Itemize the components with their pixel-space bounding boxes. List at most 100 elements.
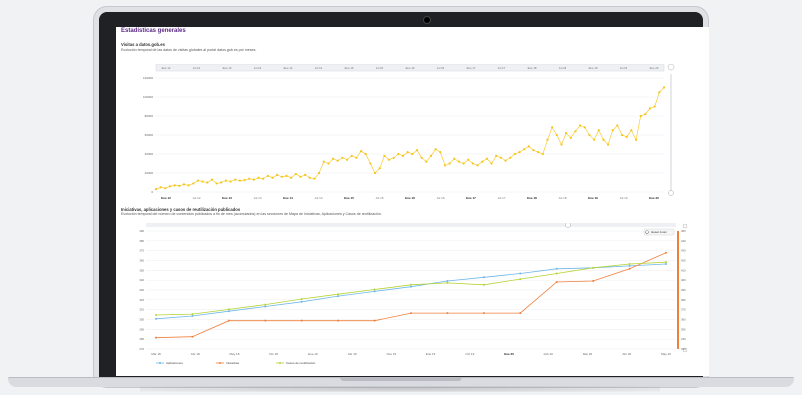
- data-point-visitas: [485, 157, 488, 160]
- data-point-visitas: [509, 156, 512, 159]
- data-point-casos: [337, 293, 340, 296]
- x-tick-label: Ene 17: [466, 196, 476, 200]
- data-point-visitas: [611, 129, 614, 132]
- data-point-visitas: [383, 154, 386, 157]
- page-title: Estadísticas generales: [121, 28, 186, 34]
- series-line-visitas: [155, 87, 665, 190]
- navigator-tick-label: Jul 16: [437, 66, 445, 70]
- y-tick-label: 390: [139, 229, 144, 233]
- legend-marker: [219, 362, 221, 364]
- data-point-visitas: [560, 143, 563, 146]
- y-tick-label: 300: [139, 318, 144, 322]
- x-tick-label: Oct 19: [465, 352, 474, 356]
- data-point-casos: [519, 278, 522, 281]
- navigator-tick-label: Jul 17: [498, 66, 506, 70]
- data-point-visitas: [527, 145, 530, 148]
- data-point-casos: [373, 288, 376, 291]
- x-tick-label: Feb 20: [544, 352, 554, 356]
- legend-item-casos[interactable]: Casos de reutilización: [276, 361, 316, 365]
- data-point-visitas: [164, 187, 167, 190]
- data-point-visitas: [443, 164, 447, 167]
- y2-tick-label: 380: [681, 298, 686, 302]
- data-point-visitas: [476, 164, 479, 167]
- data-point-visitas: [392, 156, 395, 159]
- data-point-visitas: [364, 152, 367, 156]
- data-point-visitas: [625, 135, 628, 138]
- data-point-visitas: [271, 176, 274, 179]
- data-point-casos: [155, 314, 157, 317]
- data-point-visitas: [457, 160, 461, 163]
- legend-marker: [159, 362, 161, 364]
- data-point-visitas: [234, 178, 237, 181]
- y-tick-label: 320: [139, 298, 144, 302]
- data-point-casos: [555, 272, 558, 275]
- initiatives-chart[interactable]: Reset zoom 270 280 290 300 310 320 330 340 350 360…: [136, 223, 706, 373]
- x-tick-label: Ene 13: [222, 196, 232, 200]
- data-point-visitas: [304, 173, 307, 176]
- y-tick-label: 310: [139, 308, 144, 312]
- data-point-visitas: [574, 130, 577, 133]
- data-point-casos: [300, 297, 303, 300]
- data-point-casos: [191, 313, 194, 316]
- data-point-visitas: [597, 129, 600, 132]
- x-tick-label: Jul 16: [436, 196, 444, 200]
- scroll-handle-top: [682, 223, 688, 229]
- data-point-visitas: [192, 182, 195, 185]
- data-point-visitas: [411, 152, 414, 156]
- data-point-visitas: [518, 151, 521, 154]
- data-point-aplicaciones: [628, 264, 631, 267]
- y-tick-label: 0: [151, 190, 153, 194]
- x-tick-label: Ene 20: [504, 352, 514, 356]
- y-tick-label: 100000: [143, 95, 153, 99]
- data-point-visitas: [248, 177, 251, 180]
- data-point-visitas: [294, 172, 297, 176]
- y2-tick-label: 360: [681, 318, 686, 322]
- data-point-visitas: [499, 156, 502, 159]
- data-point-iniciativas: [482, 312, 485, 315]
- y2-tick-label: 350: [681, 327, 686, 331]
- data-point-aplicaciones: [373, 290, 376, 293]
- data-point-visitas: [285, 174, 288, 177]
- data-point-iniciativas: [446, 312, 449, 315]
- data-point-iniciativas: [155, 336, 157, 339]
- data-point-aplicaciones: [482, 276, 485, 279]
- data-point-visitas: [434, 148, 437, 151]
- data-point-visitas: [238, 179, 241, 182]
- data-point-visitas: [620, 133, 624, 137]
- data-point-iniciativas: [555, 280, 558, 283]
- reset-zoom-button[interactable]: Reset zoom: [643, 228, 675, 236]
- navigator-handle: [565, 223, 571, 228]
- x-tick-label: Jul 17: [497, 196, 505, 200]
- x-tick-label: Jul 13: [253, 196, 261, 200]
- series-line-aplicaciones: [155, 263, 667, 320]
- data-point-visitas: [471, 162, 475, 165]
- y-tick-label: 360: [139, 259, 144, 263]
- data-point-aplicaciones: [300, 300, 303, 303]
- y-tick-label: 330: [139, 288, 144, 292]
- y2-tick-label: 390: [681, 288, 686, 292]
- data-point-visitas: [266, 174, 269, 177]
- data-point-visitas: [262, 177, 265, 180]
- data-point-casos: [227, 308, 230, 311]
- data-point-iniciativas: [373, 319, 376, 322]
- navigator-tick-label: Jul 12: [193, 66, 201, 70]
- data-point-visitas: [644, 113, 647, 116]
- data-point-visitas: [280, 175, 283, 178]
- visits-section-title: Visitas a datos.gob.es: [121, 42, 165, 47]
- data-point-visitas: [313, 177, 316, 180]
- data-point-visitas: [220, 181, 223, 184]
- data-point-visitas: [201, 180, 204, 183]
- y2-tick-label: 400: [681, 278, 686, 282]
- visits-chart[interactable]: Ene 12 Jul 12 Ene 13 Jul 13 Ene 14 Jul 14 Ene …: [136, 64, 706, 204]
- data-point-visitas: [569, 136, 572, 139]
- legend-item-aplicaciones[interactable]: Aplicaciones: [156, 361, 183, 365]
- navigator-tick-label: Ene 16: [406, 66, 415, 70]
- x-tick-label: Ene 19: [308, 352, 318, 356]
- legend-label: Casos de reutilización: [286, 361, 316, 365]
- data-point-visitas: [630, 129, 633, 132]
- legend-item-iniciativas[interactable]: Iniciativas: [216, 361, 240, 365]
- y-tick-label: 60000: [145, 133, 154, 137]
- data-point-visitas: [658, 91, 661, 94]
- x-tick-label: Jul 18: [558, 196, 566, 200]
- series-line-iniciativas: [155, 252, 667, 339]
